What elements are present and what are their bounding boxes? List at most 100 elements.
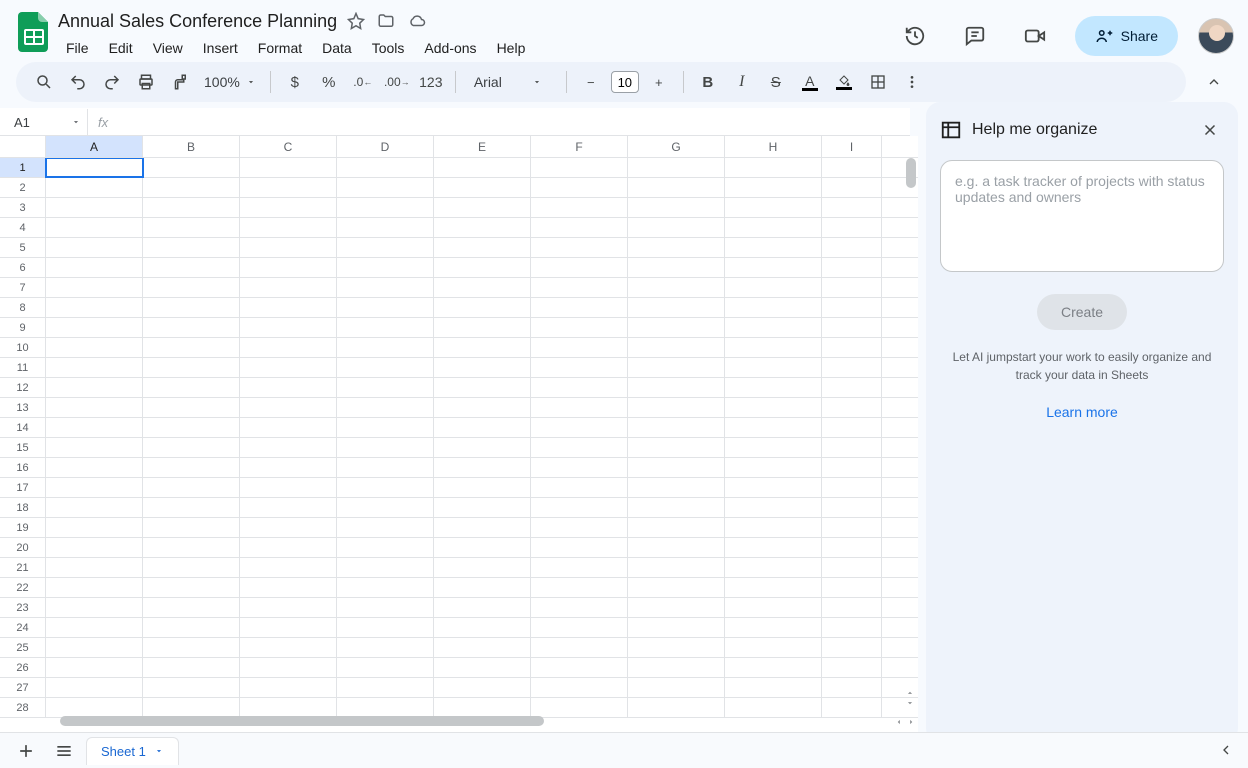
row-header[interactable]: 21 (0, 558, 46, 577)
cell[interactable] (628, 198, 725, 217)
print-icon[interactable] (132, 68, 160, 96)
cell[interactable] (725, 658, 822, 677)
cell[interactable] (725, 258, 822, 277)
cell[interactable] (628, 378, 725, 397)
column-header[interactable]: F (531, 136, 628, 157)
row-header[interactable]: 11 (0, 358, 46, 377)
cell[interactable] (822, 698, 882, 717)
cell[interactable] (143, 398, 240, 417)
cell[interactable] (337, 298, 434, 317)
cell[interactable] (240, 338, 337, 357)
cell[interactable] (822, 518, 882, 537)
cell[interactable] (240, 198, 337, 217)
cell[interactable] (725, 698, 822, 717)
cell[interactable] (337, 238, 434, 257)
cell[interactable] (337, 658, 434, 677)
cell[interactable] (46, 478, 143, 497)
cell[interactable] (628, 598, 725, 617)
cell[interactable] (725, 198, 822, 217)
row-header[interactable]: 6 (0, 258, 46, 277)
cell[interactable] (531, 418, 628, 437)
scroll-left-icon[interactable] (894, 716, 904, 728)
cell[interactable] (822, 178, 882, 197)
undo-icon[interactable] (64, 68, 92, 96)
menu-file[interactable]: File (58, 36, 97, 60)
cell[interactable] (822, 378, 882, 397)
add-sheet-icon[interactable] (10, 735, 42, 767)
cell[interactable] (822, 578, 882, 597)
column-header[interactable]: I (822, 136, 882, 157)
cell[interactable] (628, 578, 725, 597)
cell[interactable] (240, 398, 337, 417)
cell[interactable] (46, 278, 143, 297)
cell[interactable] (434, 198, 531, 217)
cell[interactable] (434, 358, 531, 377)
cell[interactable] (46, 238, 143, 257)
cell[interactable] (143, 598, 240, 617)
cell[interactable] (337, 398, 434, 417)
vertical-scrollbar[interactable] (904, 158, 918, 708)
cell[interactable] (822, 538, 882, 557)
cell[interactable] (46, 318, 143, 337)
cell[interactable] (725, 358, 822, 377)
cell[interactable] (240, 598, 337, 617)
cell[interactable] (822, 198, 882, 217)
cell[interactable] (725, 238, 822, 257)
column-header[interactable]: G (628, 136, 725, 157)
strikethrough-icon[interactable]: S (762, 68, 790, 96)
cell[interactable] (240, 358, 337, 377)
cell[interactable] (337, 338, 434, 357)
cell[interactable] (337, 498, 434, 517)
select-all-corner[interactable] (0, 136, 46, 157)
cell[interactable] (822, 498, 882, 517)
cell[interactable] (725, 478, 822, 497)
cell[interactable] (725, 578, 822, 597)
row-header[interactable]: 13 (0, 398, 46, 417)
cell[interactable] (337, 678, 434, 697)
font-size-input[interactable] (611, 71, 639, 93)
borders-icon[interactable] (864, 68, 892, 96)
cell[interactable] (434, 598, 531, 617)
row-header[interactable]: 5 (0, 238, 46, 257)
row-header[interactable]: 17 (0, 478, 46, 497)
cell[interactable] (531, 218, 628, 237)
cell[interactable] (628, 678, 725, 697)
cell[interactable] (240, 158, 337, 177)
cell[interactable] (628, 298, 725, 317)
row-header[interactable]: 14 (0, 418, 46, 437)
cell[interactable] (628, 158, 725, 177)
cell[interactable] (725, 298, 822, 317)
row-header[interactable]: 24 (0, 618, 46, 637)
scroll-down-icon[interactable] (904, 698, 916, 708)
cell[interactable] (531, 238, 628, 257)
cell[interactable] (240, 638, 337, 657)
cell[interactable] (434, 238, 531, 257)
comments-icon[interactable] (955, 16, 995, 56)
cell[interactable] (531, 298, 628, 317)
cell[interactable] (240, 378, 337, 397)
cell[interactable] (240, 238, 337, 257)
cell[interactable] (531, 578, 628, 597)
zoom-dropdown[interactable]: 100% (200, 74, 260, 90)
cell[interactable] (337, 638, 434, 657)
row-header[interactable]: 23 (0, 598, 46, 617)
cell[interactable] (434, 398, 531, 417)
cell[interactable] (822, 618, 882, 637)
row-header[interactable]: 8 (0, 298, 46, 317)
cell[interactable] (46, 398, 143, 417)
learn-more-link[interactable]: Learn more (1046, 404, 1118, 420)
cell[interactable] (337, 258, 434, 277)
cell[interactable] (822, 338, 882, 357)
cell[interactable] (628, 178, 725, 197)
column-header[interactable]: D (337, 136, 434, 157)
cell[interactable] (143, 178, 240, 197)
cell[interactable] (46, 578, 143, 597)
scroll-right-icon[interactable] (906, 716, 916, 728)
cell[interactable] (240, 178, 337, 197)
cell[interactable] (46, 698, 143, 717)
cell[interactable] (628, 338, 725, 357)
cell[interactable] (143, 698, 240, 717)
cell[interactable] (46, 518, 143, 537)
cell[interactable] (337, 458, 434, 477)
cell[interactable] (143, 478, 240, 497)
